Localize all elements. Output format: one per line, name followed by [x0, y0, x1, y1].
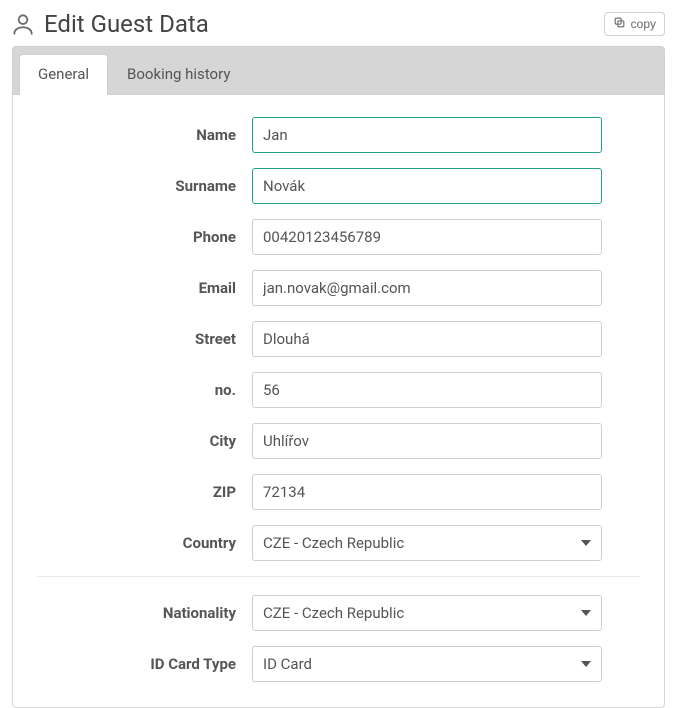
page-title: Edit Guest Data — [44, 10, 209, 38]
label-email: Email — [37, 279, 252, 297]
name-input[interactable] — [252, 117, 602, 153]
label-street: Street — [37, 330, 252, 348]
city-input[interactable] — [252, 423, 602, 459]
email-input[interactable] — [252, 270, 602, 306]
label-nationality: Nationality — [37, 604, 252, 622]
page-header: Edit Guest Data copy — [0, 0, 677, 46]
form-panel: Name Surname Phone Email Street no. City… — [12, 95, 665, 708]
user-icon — [10, 11, 36, 37]
surname-input[interactable] — [252, 168, 602, 204]
nationality-select[interactable]: CZE - Czech Republic — [252, 595, 602, 631]
copy-icon — [613, 16, 626, 32]
zip-input[interactable] — [252, 474, 602, 510]
id-card-type-select[interactable]: ID Card — [252, 646, 602, 682]
tab-general[interactable]: General — [19, 54, 108, 95]
country-select[interactable]: CZE - Czech Republic — [252, 525, 602, 561]
copy-button-label: copy — [631, 17, 656, 31]
tab-bar: General Booking history — [12, 46, 665, 95]
label-no: no. — [37, 381, 252, 399]
label-zip: ZIP — [37, 483, 252, 501]
copy-button[interactable]: copy — [604, 12, 665, 36]
divider — [37, 576, 640, 577]
street-input[interactable] — [252, 321, 602, 357]
label-id-card-type: ID Card Type — [37, 655, 252, 673]
phone-input[interactable] — [252, 219, 602, 255]
label-surname: Surname — [37, 177, 252, 195]
tab-booking-history[interactable]: Booking history — [108, 54, 249, 95]
label-city: City — [37, 432, 252, 450]
label-country: Country — [37, 534, 252, 552]
label-name: Name — [37, 126, 252, 144]
label-phone: Phone — [37, 228, 252, 246]
no-input[interactable] — [252, 372, 602, 408]
